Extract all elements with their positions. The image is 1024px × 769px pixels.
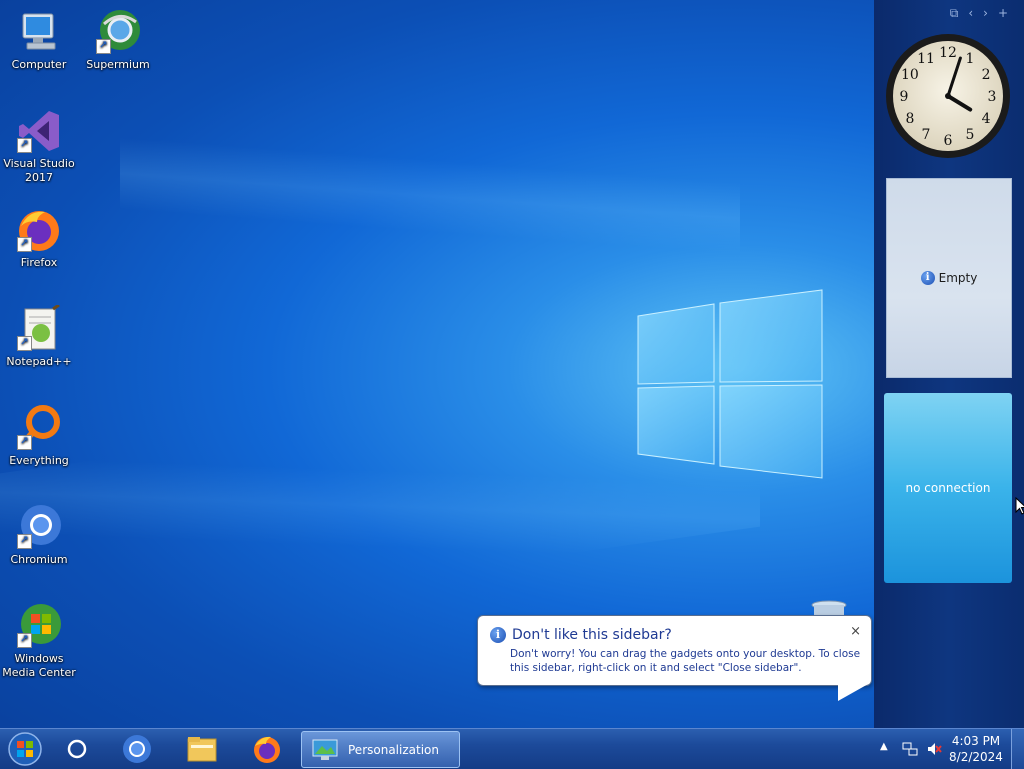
desktop-icon-supermium[interactable]: ↗ Supermium [80, 8, 156, 72]
cortana-button[interactable] [52, 731, 102, 767]
info-icon: i [920, 271, 935, 285]
taskbar-chromium-button[interactable] [112, 731, 162, 767]
clock-numeral: 5 [966, 127, 975, 143]
desktop-icon-label: Chromium [10, 553, 68, 566]
gadget-empty[interactable]: i Empty [886, 178, 1012, 378]
balloon-tail [838, 683, 870, 701]
taskbar-task-label: Personalization [348, 742, 439, 757]
personalization-icon [312, 739, 338, 760]
info-icon: i [490, 627, 506, 643]
desktop-icon-label: Firefox [20, 256, 58, 269]
clock-numeral: 6 [944, 133, 953, 149]
gadget-empty-label: Empty [938, 271, 978, 285]
taskbar-date: 8/2/2024 [949, 750, 1003, 764]
next-icon[interactable]: › [983, 6, 998, 20]
sidebar-balloon-tip[interactable]: i Don't like this sidebar? Don't worry! … [477, 615, 872, 686]
clock-numeral: 7 [922, 127, 931, 143]
mouse-cursor-icon [1015, 497, 1024, 515]
firefox-icon: ↗ [15, 206, 63, 254]
taskbar: Personalization ▲ 4:03 PM 8/2/2024 [0, 728, 1024, 769]
show-hidden-icons-icon[interactable]: ▲ [880, 741, 888, 752]
windows-media-center-icon: ↗ [15, 602, 63, 650]
clock-numeral: 12 [939, 45, 957, 61]
clock-numeral: 8 [905, 111, 914, 127]
clock-numeral: 3 [988, 89, 997, 105]
clock-numeral: 4 [982, 111, 991, 127]
show-desktop-button[interactable] [1011, 729, 1024, 769]
taskbar-clock[interactable]: 4:03 PM 8/2/2024 [948, 733, 1004, 765]
shortcut-arrow-icon: ↗ [17, 336, 32, 351]
desktop-icon-computer[interactable]: Computer [1, 8, 77, 72]
file-explorer-icon [187, 737, 217, 762]
shortcut-arrow-icon: ↗ [17, 237, 32, 252]
notepad-plus-plus-icon: ↗ [15, 303, 63, 353]
desktop-icon-label: Everything [9, 454, 69, 467]
everything-icon: ↗ [15, 404, 63, 452]
clock-numeral: 11 [917, 51, 935, 67]
visual-studio-icon: ↗ [15, 107, 63, 155]
chromium-icon: ↗ [15, 503, 63, 551]
add-gadget-icon[interactable]: + [998, 6, 1018, 20]
restore-icon[interactable]: ⧉ [950, 6, 969, 20]
balloon-title: i Don't like this sidebar? [490, 627, 672, 643]
desktop-icon-visual-studio[interactable]: ↗ Visual Studio 2017 [1, 107, 77, 185]
start-button[interactable] [6, 731, 44, 767]
shortcut-arrow-icon: ↗ [17, 534, 32, 549]
computer-icon [15, 8, 63, 56]
cortana-icon [67, 739, 87, 759]
shortcut-arrow-icon: ↗ [96, 39, 111, 54]
previous-icon[interactable]: ‹ [968, 6, 983, 20]
supermium-icon: ↗ [94, 8, 142, 56]
balloon-title-text: Don't like this sidebar? [512, 627, 672, 643]
desktop-icon-label: Visual Studio 2017 [3, 157, 75, 184]
chromium-icon [123, 735, 151, 763]
taskbar-task-personalization[interactable]: Personalization [301, 731, 460, 768]
desktop-icon-chromium[interactable]: ↗ Chromium [1, 503, 77, 567]
clock-gadget[interactable]: 1234567891011 12 [884, 32, 1012, 160]
desktop-icon-label: Windows Media Center [2, 652, 76, 679]
recycle-bin-icon[interactable] [810, 600, 848, 616]
balloon-body: Don't worry! You can drag the gadgets on… [510, 648, 861, 674]
sidebar-toolbar: ⧉‹›+ [950, 6, 1018, 21]
desktop-icon-firefox[interactable]: ↗ Firefox [1, 206, 77, 270]
desktop-icon-label: Supermium [86, 58, 150, 71]
windows-logo-wallpaper [637, 289, 823, 479]
taskbar-file-explorer-button[interactable] [177, 731, 227, 767]
desktop-icon-windows-media-center[interactable]: ↗ Windows Media Center [1, 602, 77, 680]
clock-numeral: 10 [901, 67, 919, 83]
clock-numeral: 2 [982, 67, 991, 83]
firefox-icon [254, 736, 280, 763]
network-icon[interactable] [902, 741, 918, 757]
desktop-icon-notepad-plus-plus[interactable]: ↗ Notepad++ [1, 303, 77, 369]
volume-muted-icon[interactable] [926, 741, 942, 757]
close-icon[interactable]: × [850, 624, 861, 639]
gadget-weather-status: no connection [905, 481, 991, 495]
taskbar-time: 4:03 PM [951, 734, 1001, 748]
shortcut-arrow-icon: ↗ [17, 633, 32, 648]
gadget-sidebar[interactable]: ⧉‹›+ 1 2 3 4 5 6 7 8 9 10 11 12 i Empty no connecti… [874, 0, 1024, 728]
taskbar-firefox-button[interactable] [242, 731, 292, 767]
clock-numeral: 1 [966, 51, 975, 67]
desktop-icon-label: Computer [11, 58, 67, 71]
desktop-icon-label: Notepad++ [6, 355, 72, 368]
gadget-weather[interactable]: no connection [884, 393, 1012, 583]
shortcut-arrow-icon: ↗ [17, 435, 32, 450]
shortcut-arrow-icon: ↗ [17, 138, 32, 153]
clock-numeral: 9 [900, 89, 909, 105]
desktop-icon-everything[interactable]: ↗ Everything [1, 404, 77, 468]
